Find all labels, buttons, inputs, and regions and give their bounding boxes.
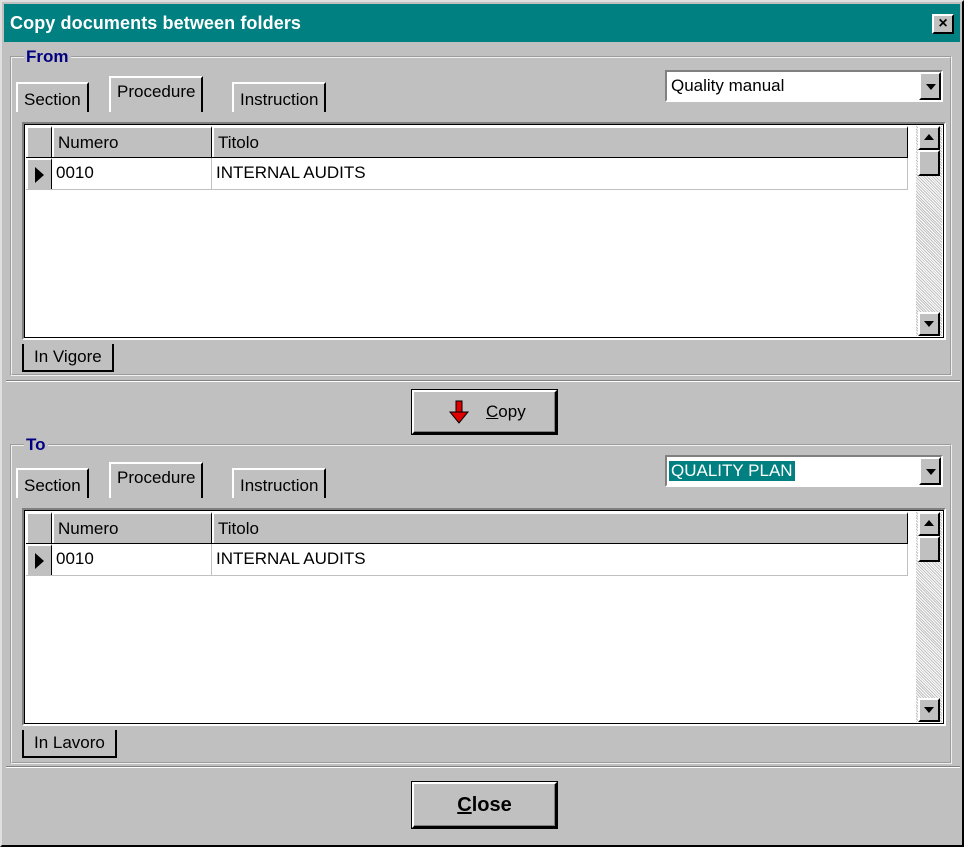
divider	[6, 766, 960, 768]
tab-label: Section	[24, 476, 81, 495]
to-tab-instruction[interactable]: Instruction	[232, 468, 327, 498]
copy-documents-dialog: Copy documents between folders × From Se…	[0, 0, 964, 847]
cell-titolo[interactable]: INTERNAL AUDITS	[212, 544, 908, 575]
copy-mnemonic: C	[486, 402, 499, 421]
close-label-rest: lose	[471, 794, 512, 816]
to-documents-grid[interactable]: Numero Titolo 0010 INTERNAL AUDITS	[22, 508, 946, 726]
from-folder-select[interactable]: Quality manual	[665, 70, 943, 102]
tab-label: Procedure	[117, 468, 196, 487]
from-tab-procedure[interactable]: Procedure	[109, 76, 204, 112]
from-folder-dropdown-button[interactable]	[919, 72, 941, 100]
from-folder-value: Quality manual	[671, 76, 785, 95]
from-status-label: In Vigore	[34, 347, 102, 366]
column-header-numero[interactable]: Numero	[52, 512, 212, 543]
scroll-up-button[interactable]	[918, 126, 940, 150]
column-header-titolo[interactable]: Titolo	[212, 512, 908, 543]
to-tab-procedure[interactable]: Procedure	[109, 462, 204, 498]
to-status-label: In Lavoro	[34, 733, 105, 752]
from-tab-section[interactable]: Section	[16, 82, 89, 112]
scroll-up-button[interactable]	[918, 512, 940, 536]
from-legend: From	[24, 47, 71, 67]
to-status-tab[interactable]: In Lavoro	[22, 730, 117, 758]
from-documents-grid[interactable]: Numero Titolo 0010 INTERNAL AUDITS	[22, 122, 946, 340]
to-grid-scrollbar[interactable]	[916, 512, 942, 722]
current-row-icon	[35, 167, 44, 183]
to-grid-header: Numero Titolo	[26, 512, 908, 544]
table-row[interactable]: 0010 INTERNAL AUDITS	[26, 158, 908, 190]
arrow-down-icon	[924, 321, 934, 327]
copy-label: Copy	[486, 402, 526, 422]
red-down-arrow-icon	[448, 400, 470, 424]
copy-button[interactable]: Copy	[411, 389, 558, 435]
close-mnemonic: C	[457, 794, 472, 816]
row-indicator-header	[26, 126, 52, 157]
row-indicator	[26, 158, 52, 189]
to-tab-section[interactable]: Section	[16, 468, 89, 498]
close-label: Close	[414, 794, 555, 817]
current-row-icon	[35, 553, 44, 569]
from-tab-instruction[interactable]: Instruction	[232, 82, 327, 112]
to-folder-dropdown-button[interactable]	[919, 457, 941, 485]
tab-label: Instruction	[240, 476, 319, 495]
to-legend: To	[24, 435, 48, 455]
arrow-up-icon	[924, 520, 934, 526]
from-status-tab[interactable]: In Vigore	[22, 344, 114, 372]
row-indicator	[26, 544, 52, 575]
tab-label: Instruction	[240, 90, 319, 109]
column-header-numero[interactable]: Numero	[52, 126, 212, 157]
from-grid-header: Numero Titolo	[26, 126, 908, 158]
button-bevel	[414, 392, 555, 432]
arrow-down-icon	[924, 707, 934, 713]
chevron-down-icon	[926, 84, 936, 90]
column-header-titolo[interactable]: Titolo	[212, 126, 908, 157]
divider	[6, 380, 960, 382]
title-bar: Copy documents between folders ×	[4, 4, 960, 42]
window-title: Copy documents between folders	[10, 13, 302, 33]
scroll-down-button[interactable]	[918, 312, 940, 336]
cell-numero[interactable]: 0010	[52, 158, 212, 189]
close-window-button[interactable]: ×	[932, 14, 954, 34]
copy-label-rest: opy	[498, 402, 526, 421]
row-indicator-header	[26, 512, 52, 543]
tab-label: Procedure	[117, 82, 196, 101]
to-folder-value: QUALITY PLAN	[669, 461, 795, 481]
scroll-thumb[interactable]	[918, 536, 940, 562]
scroll-down-button[interactable]	[918, 698, 940, 722]
cell-numero[interactable]: 0010	[52, 544, 212, 575]
from-grid-scrollbar[interactable]	[916, 126, 942, 336]
table-row[interactable]: 0010 INTERNAL AUDITS	[26, 544, 908, 576]
scroll-thumb[interactable]	[918, 150, 940, 176]
close-icon: ×	[938, 15, 948, 32]
arrow-up-icon	[924, 134, 934, 140]
close-button[interactable]: Close	[411, 781, 558, 829]
to-folder-select[interactable]: QUALITY PLAN	[665, 455, 943, 487]
tab-label: Section	[24, 90, 81, 109]
cell-titolo[interactable]: INTERNAL AUDITS	[212, 158, 908, 189]
chevron-down-icon	[926, 469, 936, 475]
